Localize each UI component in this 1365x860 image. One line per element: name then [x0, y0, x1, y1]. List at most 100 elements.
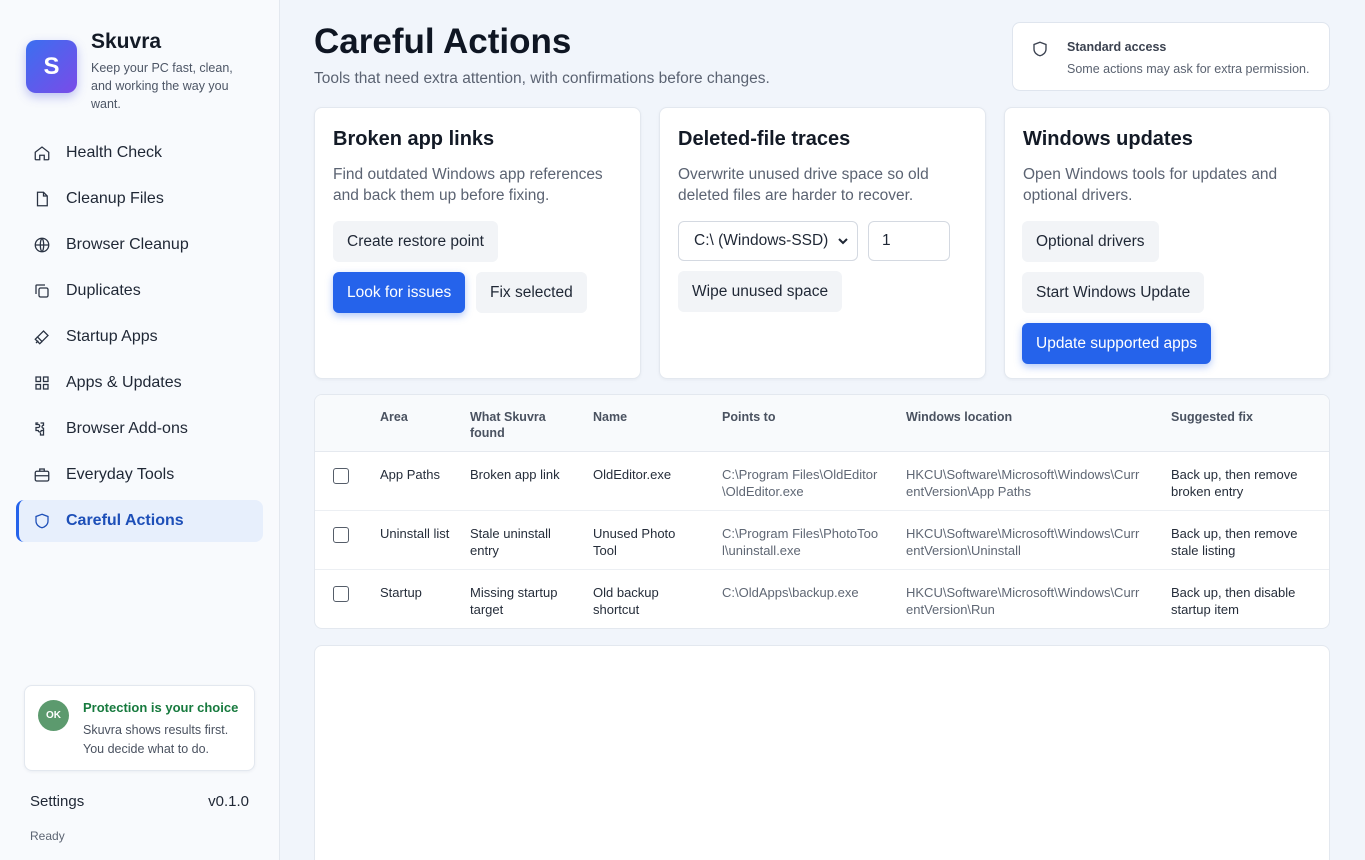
- page-title: Careful Actions: [314, 22, 572, 61]
- windows-updates-card: Windows updates Open Windows tools for u…: [1004, 107, 1330, 379]
- puzzle-icon: [32, 419, 52, 439]
- column-header-area: Area: [380, 410, 408, 424]
- sidebar-item-everyday-tools[interactable]: Everyday Tools: [16, 454, 263, 496]
- update-supported-apps-button[interactable]: Update supported apps: [1022, 323, 1212, 364]
- grid-icon: [32, 373, 52, 393]
- sidebar-item-duplicates[interactable]: Duplicates: [16, 270, 263, 312]
- sidebar-item-label: Startup Apps: [66, 328, 158, 345]
- sidebar-item-label: Browser Cleanup: [66, 236, 189, 253]
- sidebar-item-label: Apps & Updates: [66, 374, 182, 391]
- rocket-icon: [32, 327, 52, 347]
- column-header-found: What Skuvra found: [470, 410, 546, 440]
- brand: S Skuvra Keep your PC fast, clean, and w…: [26, 30, 266, 120]
- drive-select[interactable]: C:\ (Windows-SSD): [678, 221, 858, 261]
- table-row: App Paths Broken app link OldEditor.exe …: [315, 452, 1329, 511]
- cell-location: HKCU\Software\Microsoft\Windows\CurrentV…: [906, 526, 1140, 558]
- chevron-down-icon: [837, 234, 849, 252]
- version-label: v0.1.0: [208, 793, 249, 810]
- sidebar: S Skuvra Keep your PC fast, clean, and w…: [0, 0, 280, 860]
- cell-name: Old backup shortcut: [593, 585, 659, 617]
- cell-points-to: C:\Program Files\PhotoTool\uninstall.exe: [722, 526, 879, 558]
- protection-card: OK Protection is your choice Skuvra show…: [24, 685, 255, 771]
- details-panel: [314, 645, 1330, 860]
- app-name: Skuvra: [91, 30, 162, 53]
- wipe-unused-space-button[interactable]: Wipe unused space: [678, 271, 843, 312]
- settings-row: Settings v0.1.0: [30, 793, 249, 810]
- ok-badge: OK: [38, 700, 69, 731]
- app-logo: S: [26, 40, 77, 93]
- column-header-points-to: Points to: [722, 410, 776, 424]
- shield-icon: [1031, 40, 1049, 63]
- sidebar-item-label: Everyday Tools: [66, 466, 175, 483]
- copy-icon: [32, 281, 52, 301]
- access-title: Standard access: [1067, 40, 1167, 54]
- sidebar-item-apps-updates[interactable]: Apps & Updates: [16, 362, 263, 404]
- cell-fix: Back up, then remove broken entry: [1171, 467, 1298, 499]
- file-icon: [32, 189, 52, 209]
- optional-drivers-button[interactable]: Optional drivers: [1022, 221, 1159, 262]
- sidebar-item-label: Health Check: [66, 144, 163, 161]
- settings-link[interactable]: Settings: [30, 793, 84, 810]
- cell-area: Startup: [380, 585, 422, 600]
- cell-found: Broken app link: [470, 467, 560, 482]
- status-text: Ready: [30, 829, 65, 843]
- drive-select-value: C:\ (Windows-SSD): [694, 232, 829, 249]
- deleted-file-traces-card: Deleted-file traces Overwrite unused dri…: [659, 107, 986, 379]
- start-windows-update-button[interactable]: Start Windows Update: [1022, 272, 1205, 313]
- card-description: Overwrite unused drive space so old dele…: [678, 166, 929, 204]
- column-header-name: Name: [593, 410, 628, 424]
- passes-input[interactable]: 1: [868, 221, 950, 261]
- cell-fix: Back up, then disable startup item: [1171, 585, 1296, 617]
- cell-name: Unused Photo Tool: [593, 526, 676, 558]
- table-row: Startup Missing startup target Old backu…: [315, 570, 1329, 628]
- card-title: Broken app links: [333, 128, 495, 150]
- column-header-fix: Suggested fix: [1171, 410, 1253, 424]
- cell-points-to: C:\OldApps\backup.exe: [722, 585, 859, 600]
- card-description: Open Windows tools for updates and optio…: [1023, 166, 1278, 204]
- table-row: Uninstall list Stale uninstall entry Unu…: [315, 511, 1329, 570]
- sidebar-item-health-check[interactable]: Health Check: [16, 132, 263, 174]
- sidebar-item-label: Careful Actions: [66, 512, 184, 529]
- card-title: Deleted-file traces: [678, 128, 851, 150]
- cell-area: Uninstall list: [380, 526, 450, 541]
- sidebar-item-careful-actions[interactable]: Careful Actions: [16, 500, 263, 542]
- cell-points-to: C:\Program Files\OldEditor\OldEditor.exe: [722, 467, 878, 499]
- protection-text: Skuvra shows results first. You decide w…: [83, 723, 229, 756]
- cell-area: App Paths: [380, 467, 440, 482]
- look-for-issues-button[interactable]: Look for issues: [333, 272, 466, 313]
- create-restore-point-button[interactable]: Create restore point: [333, 221, 498, 262]
- fix-selected-button[interactable]: Fix selected: [476, 272, 587, 313]
- access-panel: Standard access Some actions may ask for…: [1012, 22, 1330, 91]
- broken-links-card: Broken app links Find outdated Windows a…: [314, 107, 641, 379]
- sidebar-item-cleanup-files[interactable]: Cleanup Files: [16, 178, 263, 220]
- row-checkbox[interactable]: [333, 586, 349, 602]
- issues-table: Area What Skuvra found Name Points to Wi…: [314, 394, 1330, 629]
- cell-found: Missing startup target: [470, 585, 558, 617]
- card-description: Find outdated Windows app references and…: [333, 166, 603, 204]
- sidebar-item-label: Browser Add-ons: [66, 420, 188, 437]
- shield-icon: [32, 511, 52, 531]
- sidebar-item-browser-cleanup[interactable]: Browser Cleanup: [16, 224, 263, 266]
- sidebar-item-label: Cleanup Files: [66, 190, 164, 207]
- briefcase-icon: [32, 465, 52, 485]
- row-checkbox[interactable]: [333, 527, 349, 543]
- cell-fix: Back up, then remove stale listing: [1171, 526, 1298, 558]
- sidebar-nav: Health Check Cleanup Files Browser Clean…: [16, 132, 263, 546]
- cell-name: OldEditor.exe: [593, 467, 672, 482]
- access-text: Some actions may ask for extra permissio…: [1067, 62, 1310, 76]
- cell-location: HKCU\Software\Microsoft\Windows\CurrentV…: [906, 467, 1140, 499]
- page-subtitle: Tools that need extra attention, with co…: [314, 70, 770, 87]
- sidebar-item-startup-apps[interactable]: Startup Apps: [16, 316, 263, 358]
- app-tagline: Keep your PC fast, clean, and working th…: [91, 61, 233, 111]
- column-header-location: Windows location: [906, 410, 1013, 424]
- protection-title: Protection is your choice: [83, 700, 239, 715]
- sidebar-item-label: Duplicates: [66, 282, 141, 299]
- table-header: Area What Skuvra found Name Points to Wi…: [315, 395, 1329, 452]
- cell-found: Stale uninstall entry: [470, 526, 551, 558]
- card-title: Windows updates: [1023, 128, 1193, 150]
- home-icon: [32, 143, 52, 163]
- globe-icon: [32, 235, 52, 255]
- cell-location: HKCU\Software\Microsoft\Windows\CurrentV…: [906, 585, 1140, 617]
- row-checkbox[interactable]: [333, 468, 349, 484]
- sidebar-item-browser-addons[interactable]: Browser Add-ons: [16, 408, 263, 450]
